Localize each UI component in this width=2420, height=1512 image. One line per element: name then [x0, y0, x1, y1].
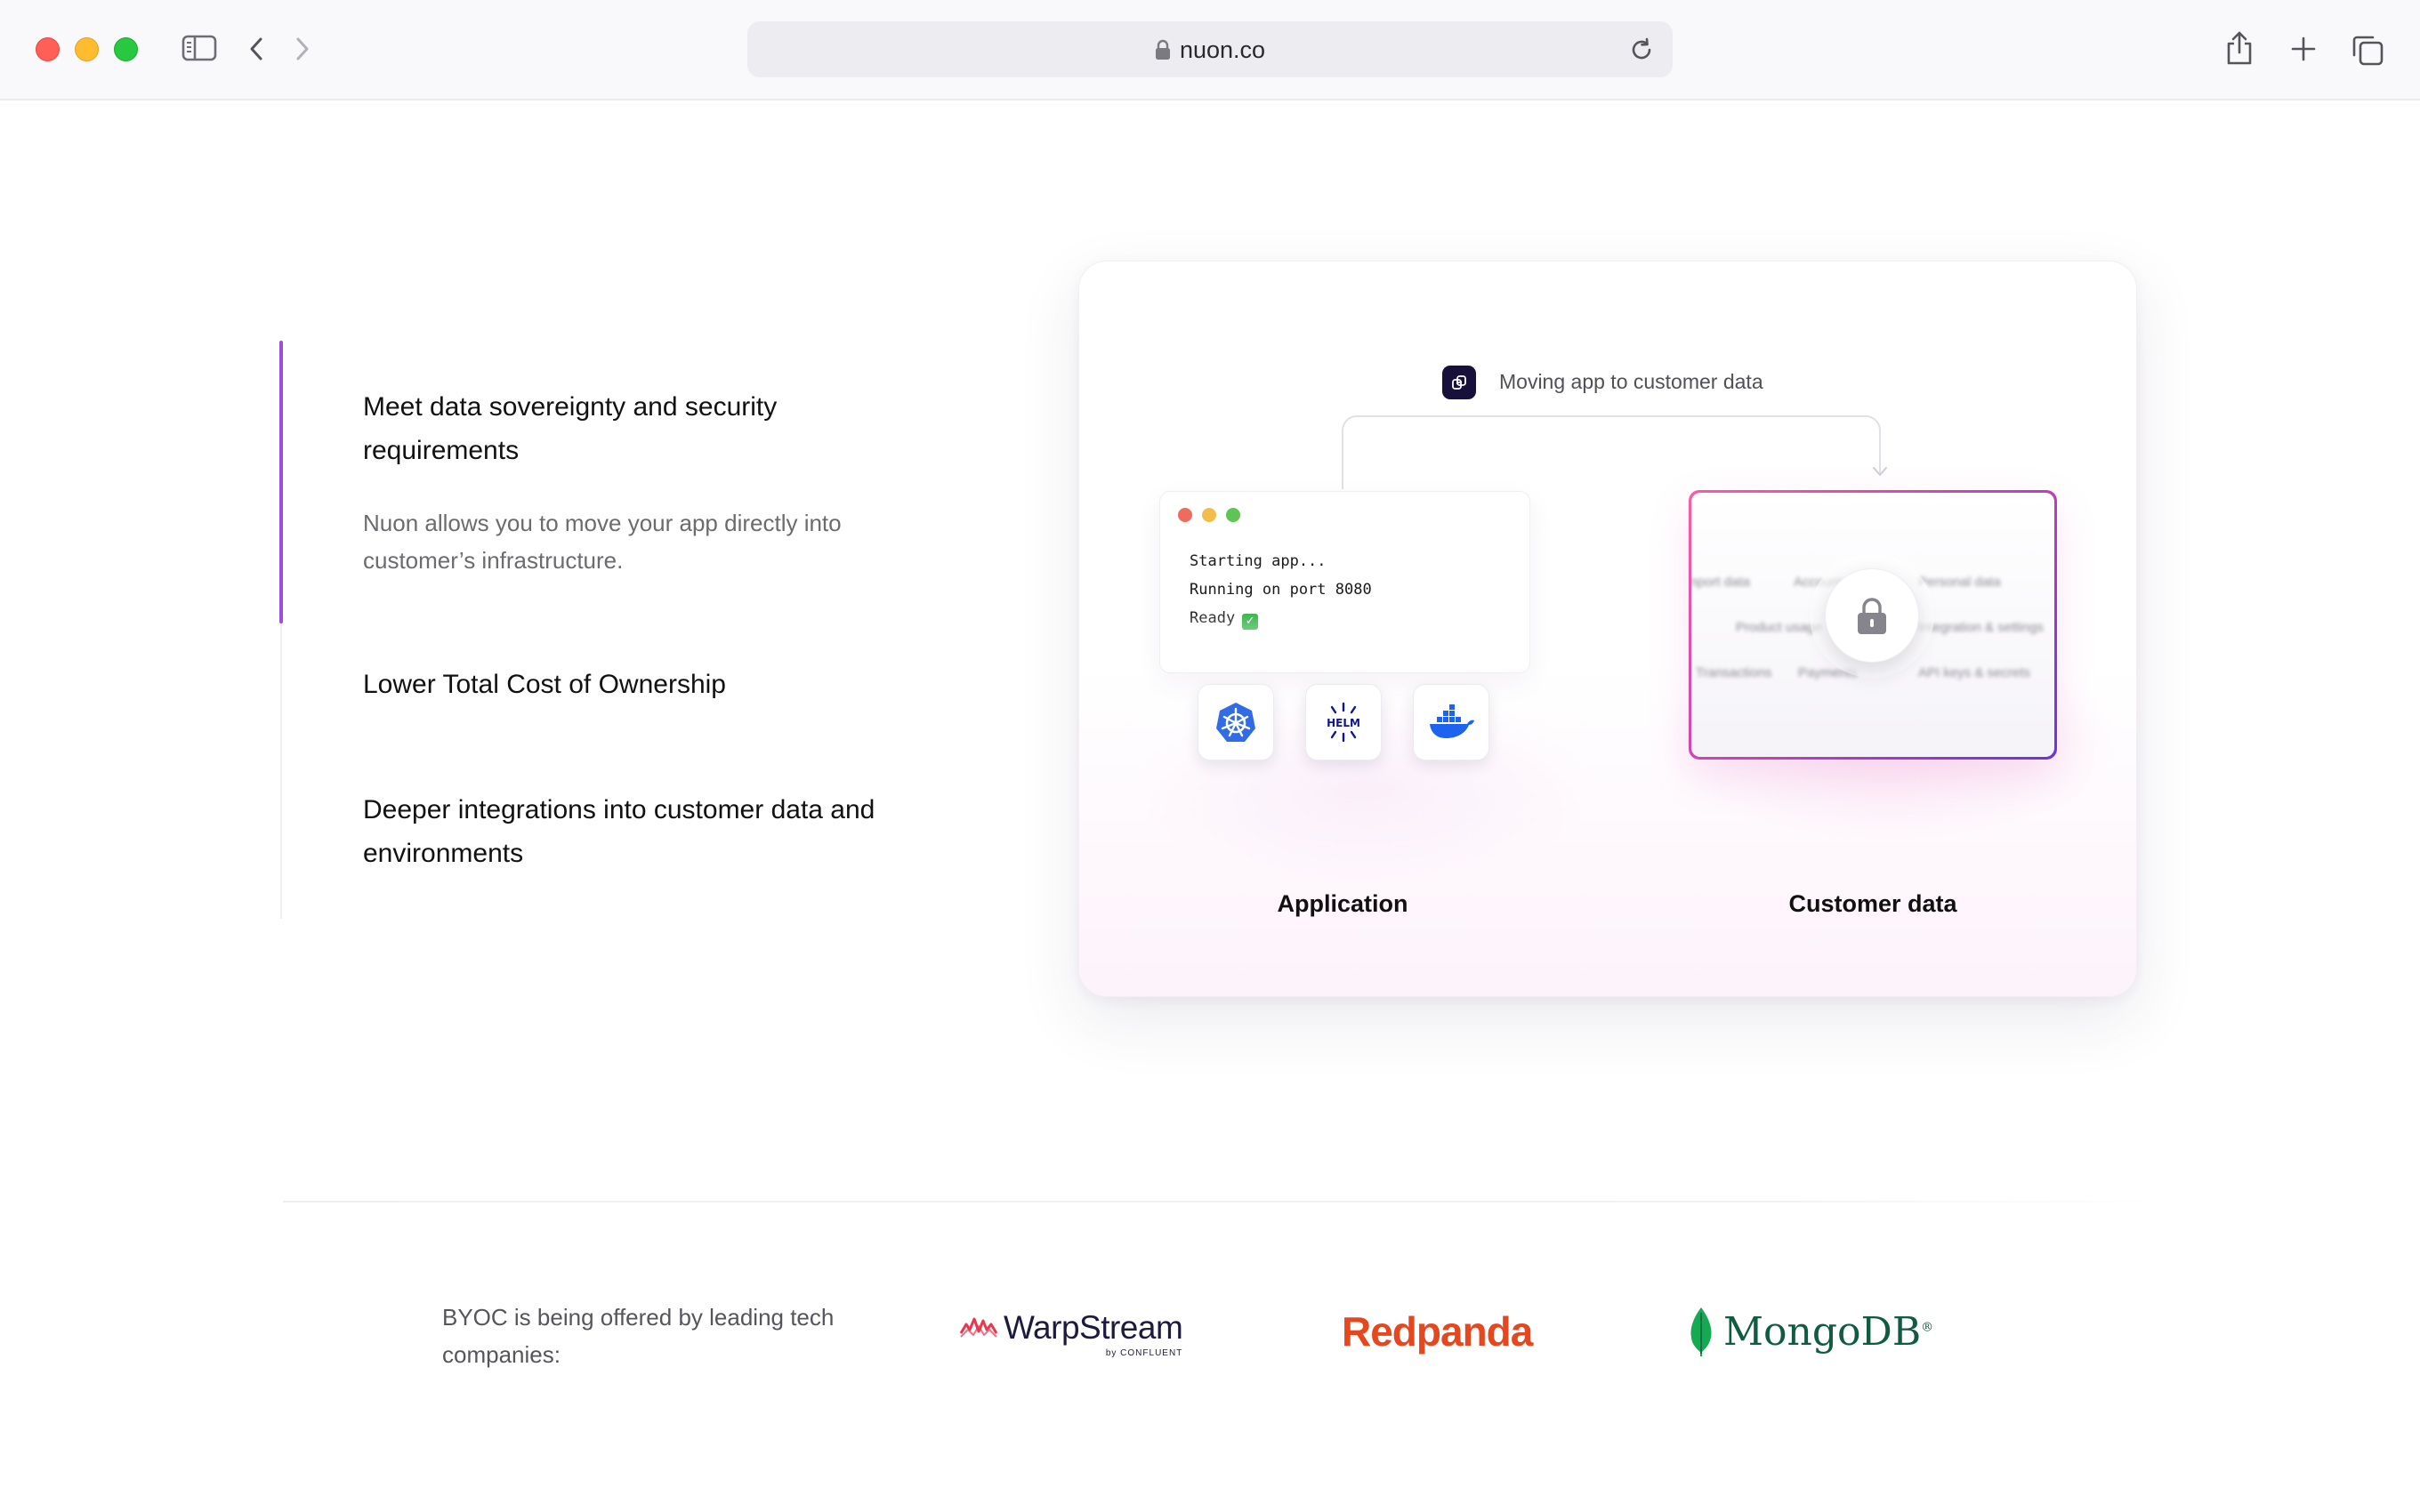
kubernetes-icon [1198, 684, 1274, 760]
customer-data-panel: Import data Account Personal data Produc… [1689, 490, 2057, 760]
customer-data-label: Customer data [1788, 890, 1957, 917]
plus-icon[interactable] [2290, 36, 2317, 62]
minimize-window-button[interactable] [75, 37, 99, 61]
connector-arrow [1342, 415, 1887, 489]
browser-toolbar: nuon.co [0, 0, 2420, 101]
zoom-window-button[interactable] [114, 37, 138, 61]
feature-description: Nuon allows you to move your app directl… [363, 510, 842, 574]
mongodb-wordmark: MongoDB [1723, 1308, 1922, 1355]
close-window-button[interactable] [36, 37, 60, 61]
byoc-intro-text: BYOC is being offered by leading tech co… [442, 1304, 835, 1368]
reload-icon[interactable] [1628, 36, 1655, 68]
terminal-line: Ready [1190, 609, 1236, 627]
warpstream-byline: by CONFLUENT [1105, 1348, 1183, 1358]
helm-icon: HELM [1305, 684, 1382, 760]
blurred-data-label: API keys & secrets [1918, 665, 2030, 680]
address-bar[interactable]: nuon.co [747, 21, 1673, 77]
helm-label: HELM [1327, 717, 1360, 729]
blurred-data-label: Integration & settings [1918, 620, 2044, 635]
chevron-right-icon[interactable] [294, 36, 311, 62]
lock-icon [1155, 39, 1171, 67]
url-text: nuon.co [1179, 36, 1266, 63]
warpstream-mark-icon [959, 1317, 998, 1338]
docker-icon [1413, 684, 1489, 760]
illustration-card: Moving app to customer data Starting app… [1078, 261, 2137, 997]
application-label: Application [1277, 890, 1408, 917]
blurred-data-label: Import data [1691, 575, 1750, 590]
redpanda-logo[interactable]: Redpanda [1342, 1307, 1533, 1355]
mongodb-leaf-icon [1690, 1307, 1712, 1356]
terminal-window: Starting app... Running on port 8080 Rea… [1159, 491, 1530, 673]
feature-title-lower-tco[interactable]: Lower Total Cost of Ownership [363, 663, 932, 706]
blurred-data-label: Personal data [1918, 575, 2001, 590]
warpstream-wordmark: WarpStream [1004, 1309, 1183, 1346]
share-icon[interactable] [2224, 30, 2255, 66]
feature-title-deeper-integrations[interactable]: Deeper integrations into customer data a… [363, 788, 932, 875]
warpstream-logo[interactable]: WarpStream by CONFLUENT [959, 1309, 1183, 1358]
blurred-data-label: Product usage [1736, 620, 1822, 635]
tab-overview-icon[interactable] [2351, 33, 2384, 67]
sidebar-toggle-icon[interactable] [182, 34, 217, 62]
redpanda-wordmark: Redpanda [1342, 1308, 1533, 1355]
terminal-line: Starting app... [1190, 552, 1327, 570]
terminal-line: Running on port 8080 [1190, 581, 1372, 599]
checkmark-icon: ✓ [1242, 614, 1259, 630]
feature-title-data-sovereignty[interactable]: Meet data sovereignty and security requi… [363, 385, 932, 472]
feature-active-indicator [279, 341, 283, 623]
chevron-left-icon[interactable] [247, 36, 265, 62]
mongodb-logo[interactable]: MongoDB® [1688, 1306, 1933, 1357]
blurred-data-label: Transactions [1696, 665, 1772, 680]
lock-icon [1825, 568, 1919, 663]
section-divider [283, 1201, 2160, 1202]
